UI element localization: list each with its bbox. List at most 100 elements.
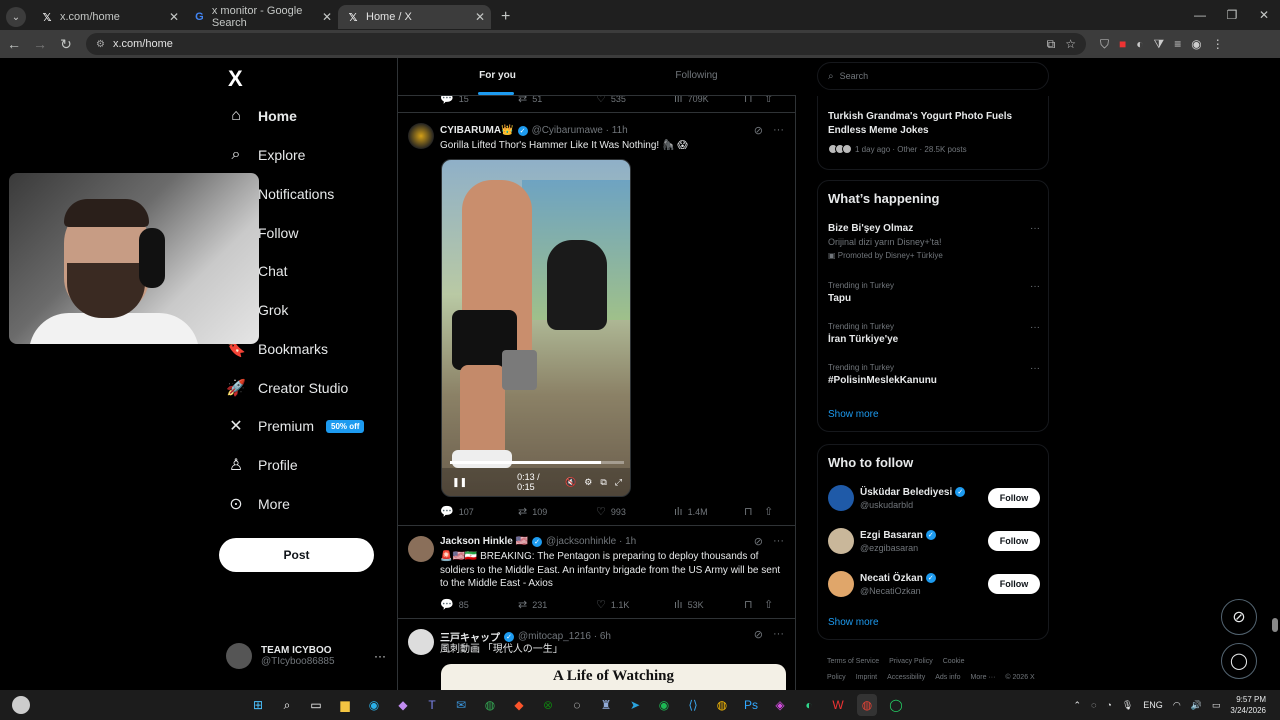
shield-extension-icon[interactable]: ⛉ [1100,37,1109,52]
tweet-video[interactable]: ❚❚ 0:13 / 0:15 🔇 ⚙ ⧉ ⤢ [441,159,631,497]
tweet-author-name[interactable]: CYIBARUMA👑 [440,125,514,136]
file-explorer-icon[interactable]: ▆ [335,694,355,716]
chrome-alt-icon[interactable]: ◍ [712,694,732,716]
tab-for-you[interactable]: For you [398,58,597,95]
avatar[interactable] [408,123,434,149]
video-progress-bar[interactable] [450,461,624,464]
teams-icon[interactable]: T [422,694,442,716]
bookmark-button[interactable]: ⊓ [744,505,764,518]
search-input[interactable]: ⌕ Search [817,62,1049,90]
footer-link[interactable]: Imprint [856,674,877,681]
footer-link[interactable]: More ··· [971,674,996,681]
install-app-icon[interactable]: ⧉ [1047,37,1056,52]
more-dots-icon[interactable]: ··· [374,649,386,663]
tweet-author-name[interactable]: 三戸キャップ [440,629,500,644]
more-dots-icon[interactable]: ··· [773,124,784,137]
more-dots-icon[interactable]: ··· [1030,281,1040,292]
share-button[interactable]: ⇧ [764,598,778,611]
nav-item-premium[interactable]: ✕ Premium 50% off [226,412,365,440]
nav-item-profile[interactable]: ♙ Profile [226,451,298,479]
language-indicator[interactable]: ENG [1143,700,1163,710]
trend-item[interactable]: Trending in Turkey İran Türkiye'ye ··· [828,322,1040,345]
follow-suggestion[interactable]: Üsküdar Belediyesi ✓ @uskudarbld Follow [828,483,1040,513]
task-view-icon[interactable]: ▭ [306,694,326,716]
follow-button[interactable]: Follow [988,531,1040,551]
pause-icon[interactable]: ❚❚ [452,477,467,488]
tweet-author-handle[interactable]: @Cyibarumawe [532,125,603,136]
reload-icon[interactable]: ↻ [54,36,78,53]
profile-avatar-icon[interactable]: ◉ [1191,37,1201,52]
post-button[interactable]: Post [219,538,374,572]
tweet-author-handle[interactable]: @mitocap_1216 [518,631,591,642]
show-more-link[interactable]: Show more [828,409,879,420]
fullscreen-icon[interactable]: ⤢ [615,477,622,488]
show-more-link[interactable]: Show more [828,617,879,628]
grok-float-button[interactable]: ⊘ [1221,599,1257,635]
tray-app-icon[interactable]: ◔ [1106,700,1111,710]
media-icon[interactable]: ≡ [1174,37,1181,52]
pip-icon[interactable]: ⧉ [600,477,606,488]
close-tab-icon[interactable]: ✕ [322,10,332,24]
follow-button[interactable]: Follow [988,488,1040,508]
messenger-icon[interactable]: ◌ [567,694,587,716]
tweet[interactable]: CYIBARUMA👑 ✓ @Cyibarumawe · 11h ⊘ ··· Go… [398,112,796,526]
more-dots-icon[interactable]: ··· [773,628,784,641]
news-card[interactable]: Turkish Grandma's Yogurt Photo Fuels End… [817,96,1049,170]
brave-icon[interactable]: ◆ [509,694,529,716]
volume-icon[interactable]: 🔊 [1191,700,1202,711]
tray-app-icon[interactable]: ◌ [1091,700,1096,710]
browser-tab-1[interactable]: 𝕏 x.com/home ✕ [32,5,185,29]
footer-link[interactable]: Terms of Service [827,658,879,665]
tab-search-button[interactable]: ⌄ [6,7,26,27]
tweet-author-name[interactable]: Jackson Hinkle 🇺🇸 [440,536,528,547]
restore-icon[interactable]: ❐ [1216,8,1248,22]
nav-item-more[interactable]: ⊙ More [226,490,290,518]
forward-icon[interactable]: → [28,36,52,52]
messages-float-button[interactable]: ◯ [1221,643,1257,679]
mute-icon[interactable]: 🔇 [565,477,576,488]
app-icon[interactable]: ◐ [799,694,819,716]
close-tab-icon[interactable]: ✕ [169,10,179,24]
wps-icon[interactable]: W [828,694,848,716]
more-dots-icon[interactable]: ··· [1030,322,1040,333]
mail-icon[interactable]: ✉ [451,694,471,716]
close-tab-icon[interactable]: ✕ [475,10,485,24]
windows-start-icon[interactable]: ⊞ [248,694,268,716]
nav-item-creator-studio[interactable]: 🚀 Creator Studio [226,374,348,402]
bookmark-button[interactable]: ⊓ [744,598,764,611]
grok-explain-icon[interactable]: ⊘ [754,628,763,641]
footer-link[interactable]: Ads info [935,674,960,681]
like-button[interactable]: ♡ 993 [596,505,674,518]
follow-suggestion[interactable]: Ezgi Basaran ✓ @ezgibasaran Follow [828,526,1040,556]
xbox-icon[interactable]: ⊗ [538,694,558,716]
photoshop-icon[interactable]: Ps [741,694,761,716]
repost-button[interactable]: ⇄ 109 [518,505,596,518]
tweet-image[interactable]: A Life of Watching [441,664,786,690]
battery-icon[interactable]: ▭ [1212,700,1221,711]
app-icon[interactable]: ◈ [770,694,790,716]
clock[interactable]: 9:57 PM 3/24/2026 [1230,694,1266,716]
avatar[interactable] [408,629,434,655]
bookmark-star-icon[interactable]: ☆ [1065,37,1076,52]
trend-item[interactable]: Trending in Turkey #PolisinMeslekKanunu … [828,363,1040,386]
chrome-menu-icon[interactable]: ⋮ [1212,37,1224,52]
puzzle-icon[interactable]: ⧩ [1154,37,1165,52]
address-bar[interactable]: ⚙ x.com/home ⧉ ☆ [86,33,1086,55]
steam-icon[interactable]: ♜ [596,694,616,716]
tweet-time[interactable]: 11h [612,125,628,136]
grok-explain-icon[interactable]: ⊘ [754,535,763,548]
scrollbar-thumb[interactable] [1272,618,1278,632]
follow-button[interactable]: Follow [988,574,1040,594]
trend-item[interactable]: Bize Bi'şey Olmaz Orijinal dizi yarın Di… [828,223,1040,260]
vscode-icon[interactable]: ⟨⟩ [683,694,703,716]
reply-button[interactable]: 💬 107 [440,505,518,518]
like-button[interactable]: ♡ 1.1K [596,598,674,611]
chrome-icon[interactable]: ◍ [480,694,500,716]
nav-item-home[interactable]: ⌂ Home [226,102,297,130]
trend-item[interactable]: Trending in Turkey Tapu ··· [828,281,1040,304]
tweet-time[interactable]: 6h [600,631,611,642]
tray-chevron-icon[interactable]: ⌃ [1074,700,1082,711]
footer-link[interactable]: Accessibility [887,674,925,681]
whatsapp-icon[interactable]: ◯ [886,694,906,716]
window-close-icon[interactable]: ✕ [1248,8,1280,22]
